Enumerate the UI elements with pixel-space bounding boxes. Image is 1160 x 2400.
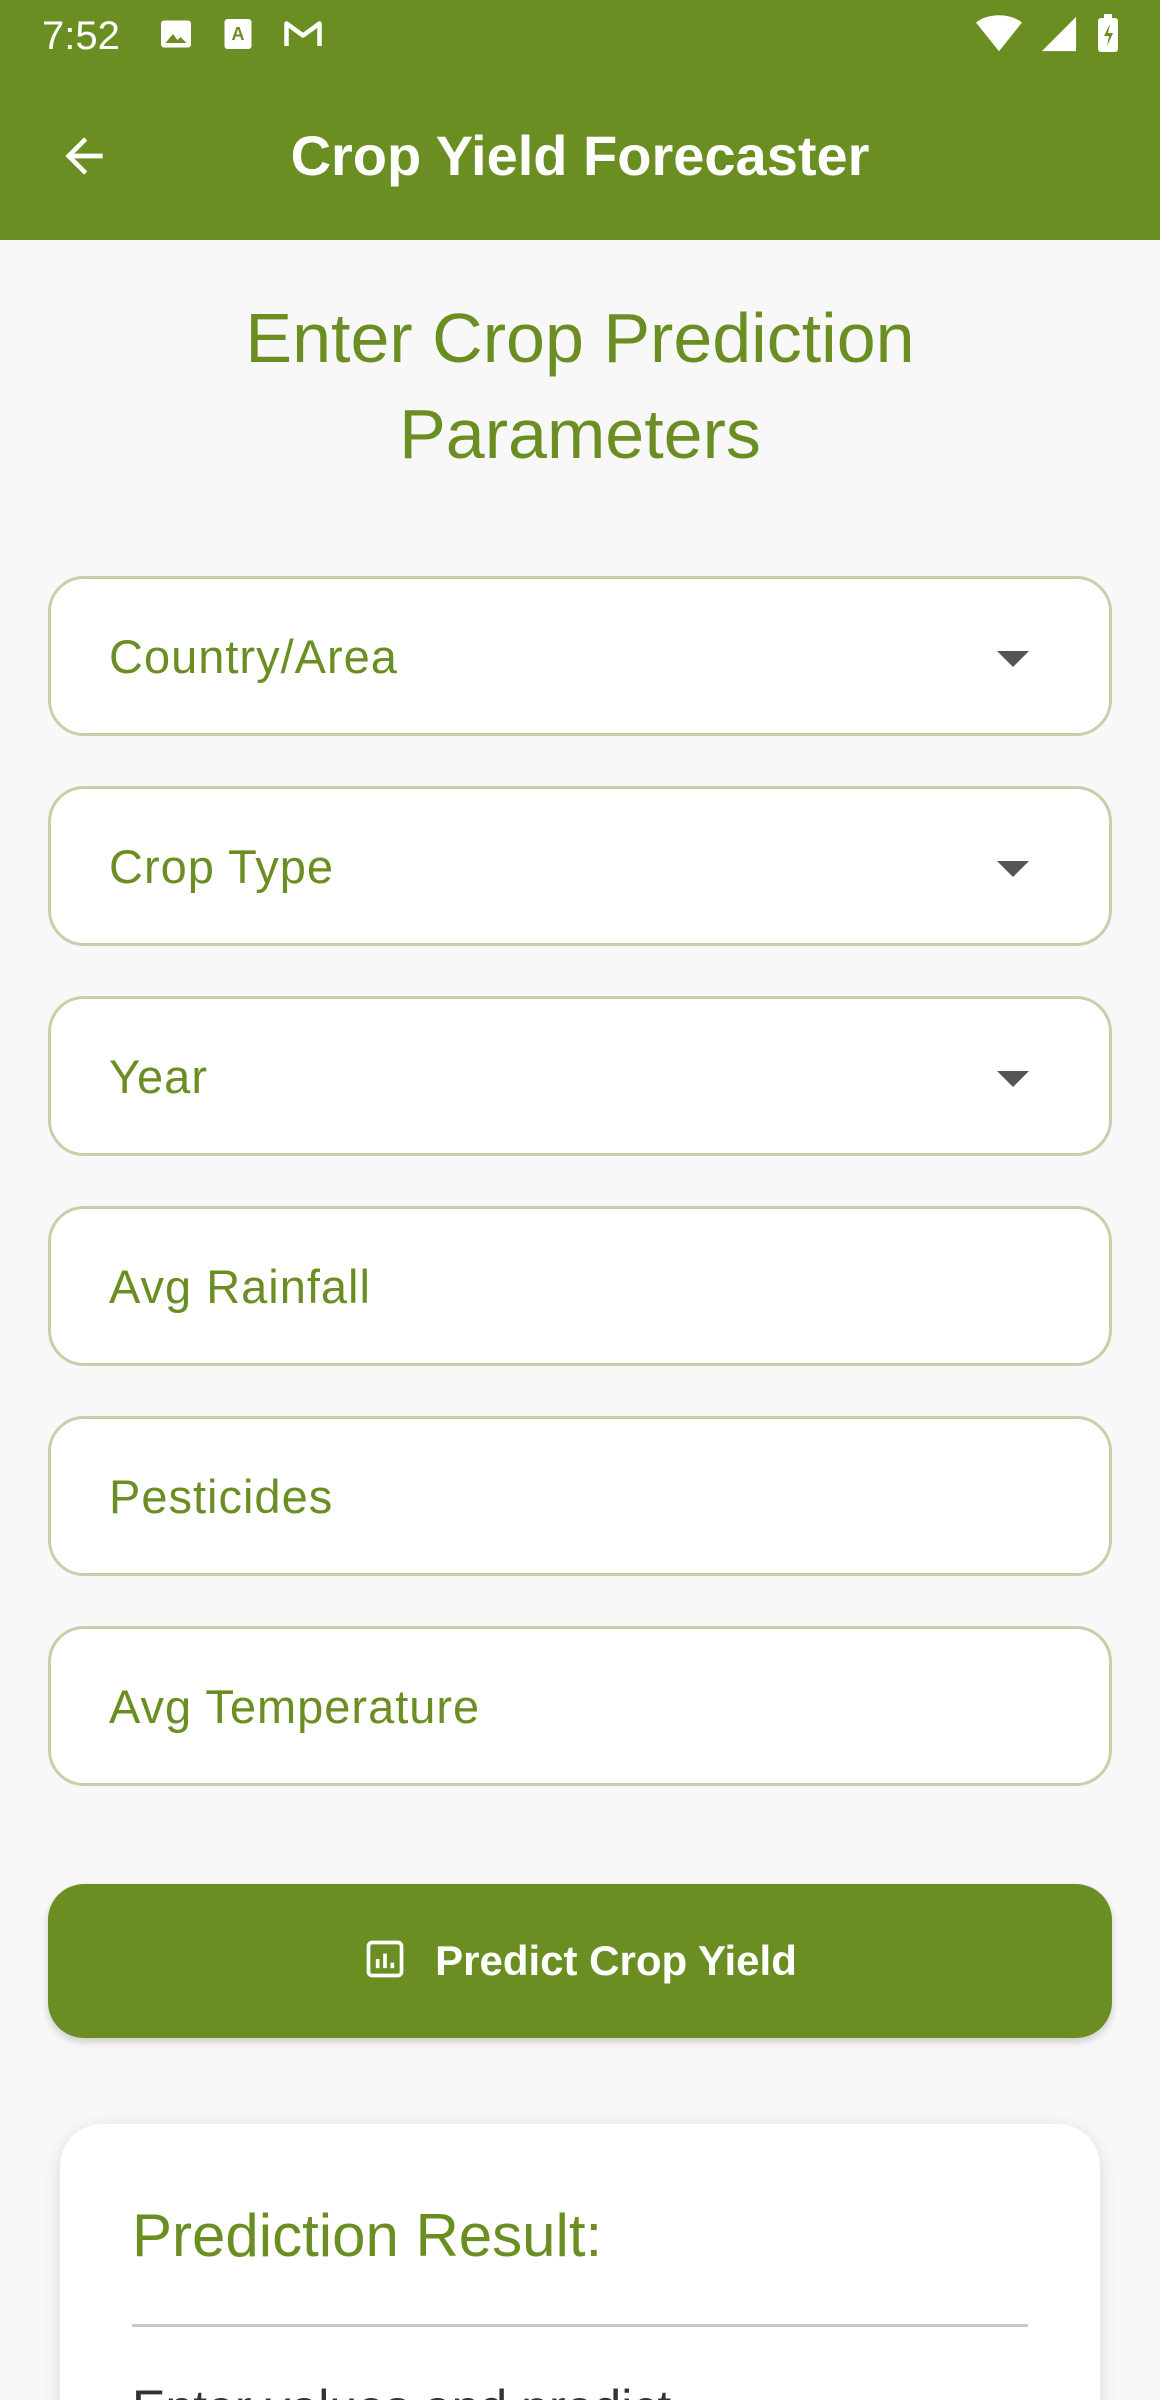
avg-rainfall-input[interactable]: Avg Rainfall xyxy=(48,1206,1112,1366)
image-icon xyxy=(158,16,194,57)
avg-temperature-input[interactable]: Avg Temperature xyxy=(48,1626,1112,1786)
predict-button-label: Predict Crop Yield xyxy=(435,1937,797,1984)
dropdown-arrow-icon xyxy=(997,861,1029,877)
wifi-icon xyxy=(976,14,1022,59)
system-icons xyxy=(976,14,1120,59)
chart-icon xyxy=(363,1937,407,1986)
status-time: 7:52 xyxy=(42,14,120,58)
dropdown-arrow-icon xyxy=(997,1071,1029,1087)
year-label: Year xyxy=(109,1050,208,1103)
result-divider xyxy=(132,2324,1028,2327)
status-bar: 7:52 A xyxy=(0,0,1160,72)
app-bar: Crop Yield Forecaster xyxy=(0,72,1160,240)
app-title: Crop Yield Forecaster xyxy=(290,124,870,187)
country-dropdown[interactable]: Country/Area xyxy=(48,576,1112,736)
dropdown-arrow-icon xyxy=(997,651,1029,667)
page-heading: Enter Crop Prediction Parameters xyxy=(245,299,915,473)
battery-charging-icon xyxy=(1096,14,1120,59)
crop-type-label: Crop Type xyxy=(109,840,334,893)
avg-rainfall-label: Avg Rainfall xyxy=(109,1260,371,1313)
pesticides-input[interactable]: Pesticides xyxy=(48,1416,1112,1576)
gmail-icon xyxy=(282,16,324,57)
pesticides-label: Pesticides xyxy=(109,1470,334,1523)
result-title: Prediction Result: xyxy=(132,2202,603,2269)
predict-crop-yield-button[interactable]: Predict Crop Yield xyxy=(48,1884,1112,2038)
result-text: Enter values and predict xyxy=(132,2378,671,2400)
notification-icons: A xyxy=(158,16,324,57)
cell-signal-icon xyxy=(1040,14,1078,59)
text-a-icon: A xyxy=(220,16,256,57)
crop-type-dropdown[interactable]: Crop Type xyxy=(48,786,1112,946)
year-dropdown[interactable]: Year xyxy=(48,996,1112,1156)
avg-temperature-label: Avg Temperature xyxy=(109,1680,481,1733)
prediction-result-card: Prediction Result: Enter values and pred… xyxy=(60,2124,1100,2400)
svg-text:A: A xyxy=(232,24,245,44)
country-label: Country/Area xyxy=(109,630,398,683)
